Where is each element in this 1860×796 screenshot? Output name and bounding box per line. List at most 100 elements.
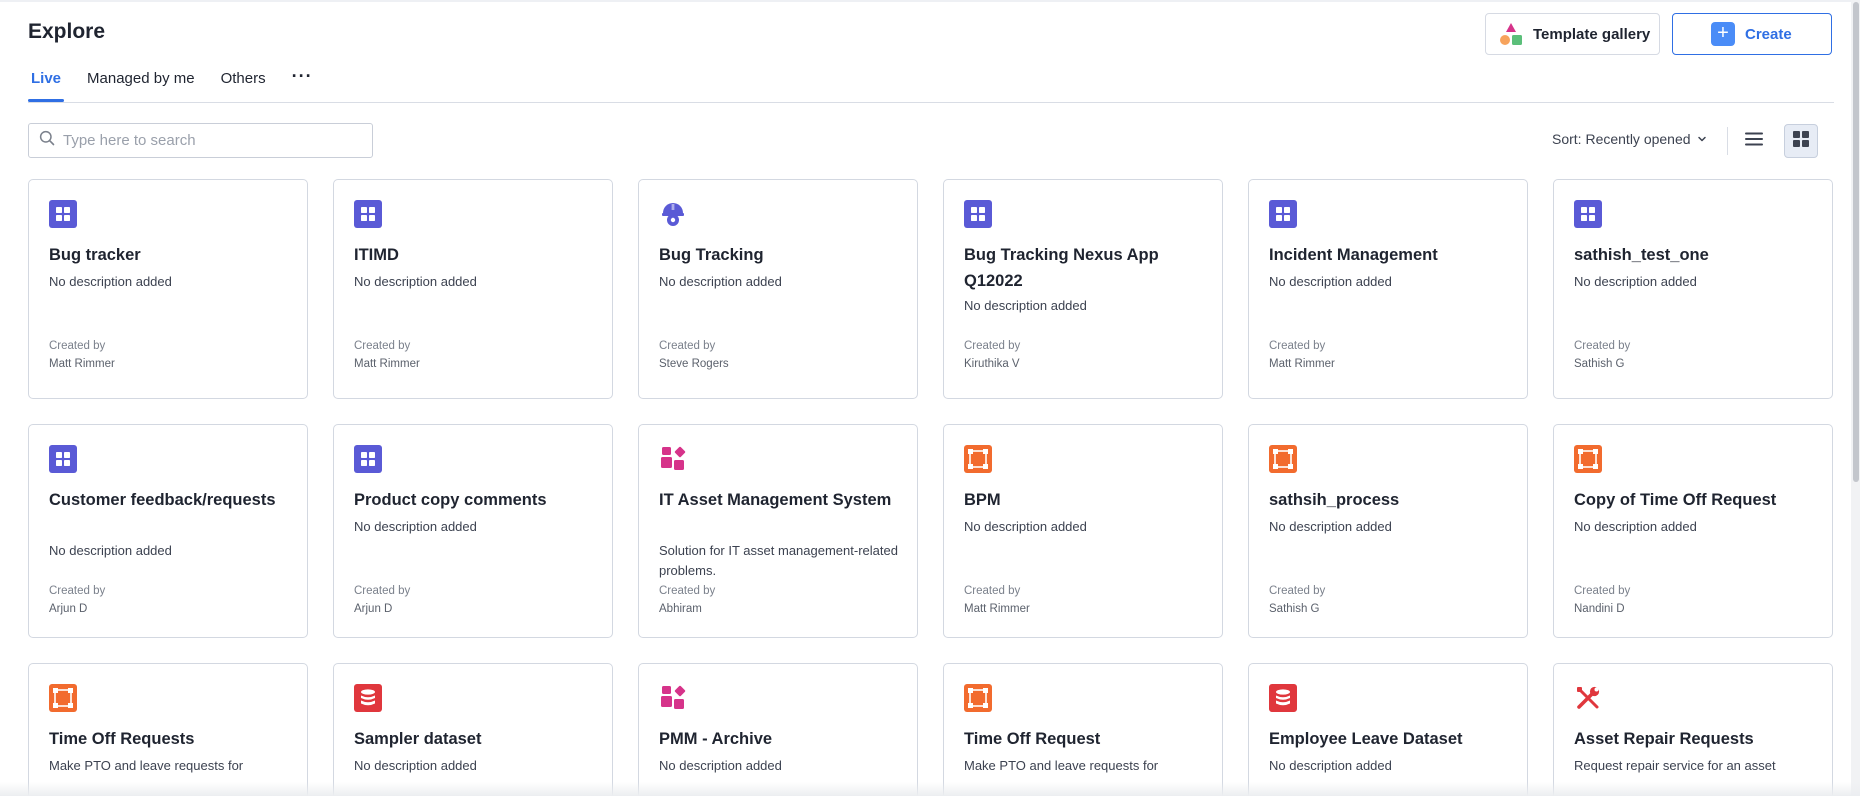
solution-shapes-icon bbox=[659, 445, 687, 473]
grid-view-icon bbox=[1793, 130, 1809, 152]
created-by-name: Matt Rimmer bbox=[1269, 358, 1335, 370]
wrench-screwdriver-icon bbox=[1574, 684, 1602, 712]
view-toggle-divider bbox=[1727, 127, 1728, 155]
card-title: Employee Leave Dataset bbox=[1269, 730, 1463, 748]
card-description: No description added bbox=[354, 758, 477, 773]
tab-managed-by-me[interactable]: Managed by me bbox=[84, 62, 198, 102]
app-card[interactable]: ITIMD No description added Created by Matt … bbox=[333, 179, 613, 399]
bottom-edge bbox=[0, 782, 1860, 796]
app-grid-icon bbox=[1574, 200, 1602, 228]
template-gallery-label: Template gallery bbox=[1533, 25, 1651, 43]
tab-others[interactable]: Others bbox=[218, 62, 269, 102]
bug-gear-icon bbox=[659, 200, 687, 228]
card-description: No description added bbox=[659, 758, 782, 773]
process-nodes-icon bbox=[1574, 445, 1602, 473]
sort-label: Sort: Recently opened bbox=[1552, 131, 1691, 147]
card-title: IT Asset Management System bbox=[659, 491, 892, 509]
app-card[interactable]: Bug Tracking No description added Created … bbox=[638, 179, 918, 399]
app-card[interactable]: Product copy comments No description adde… bbox=[333, 424, 613, 638]
app-card[interactable]: Employee Leave Dataset No description add… bbox=[1248, 663, 1528, 796]
card-title: Incident Management bbox=[1269, 246, 1438, 264]
created-by-name: Steve Rogers bbox=[659, 358, 729, 370]
page-title: Explore bbox=[28, 20, 106, 43]
app-card[interactable]: Sampler dataset No description added bbox=[333, 663, 613, 796]
created-by-name: Arjun D bbox=[49, 603, 88, 615]
search-box[interactable] bbox=[28, 123, 373, 158]
tab-live[interactable]: Live bbox=[28, 62, 65, 102]
list-view-button[interactable] bbox=[1737, 124, 1771, 158]
app-card[interactable]: sathish_test_one No description added Crea… bbox=[1553, 179, 1833, 399]
more-tabs-icon[interactable]: ··· bbox=[289, 62, 316, 102]
card-title: Sampler dataset bbox=[354, 730, 482, 748]
card-description: Make PTO and leave requests for bbox=[49, 758, 244, 773]
search-input[interactable] bbox=[63, 132, 363, 149]
created-by-name: Matt Rimmer bbox=[354, 358, 420, 370]
card-description: No description added bbox=[1574, 274, 1697, 289]
create-label: Create bbox=[1745, 25, 1792, 43]
created-by-label: Created by bbox=[964, 340, 1021, 352]
card-title: Bug tracker bbox=[49, 246, 141, 264]
grid-view-button[interactable] bbox=[1784, 124, 1818, 158]
app-grid-icon bbox=[354, 445, 382, 473]
app-grid-icon bbox=[49, 445, 77, 473]
search-icon bbox=[39, 130, 55, 151]
card-title: Customer feedback/requests bbox=[49, 491, 276, 509]
app-card[interactable]: Time Off Requests Make PTO and leave requ… bbox=[28, 663, 308, 796]
process-nodes-icon bbox=[964, 445, 992, 473]
created-by-label: Created by bbox=[964, 585, 1021, 597]
tabs-divider bbox=[28, 102, 1834, 103]
chevron-down-icon bbox=[1697, 131, 1707, 147]
created-by-label: Created by bbox=[1574, 340, 1631, 352]
card-description: No description added bbox=[49, 543, 172, 558]
card-description: No description added bbox=[964, 519, 1087, 534]
card-description: Request repair service for an asset bbox=[1574, 758, 1776, 773]
created-by-label: Created by bbox=[1269, 585, 1326, 597]
scrollbar-thumb[interactable] bbox=[1853, 2, 1859, 482]
sort-dropdown[interactable]: Sort: Recently opened bbox=[1552, 131, 1707, 147]
card-title: Bug Tracking bbox=[659, 246, 764, 264]
created-by-name: Sathish G bbox=[1269, 603, 1320, 615]
card-description: No description added bbox=[964, 298, 1087, 313]
card-title: Asset Repair Requests bbox=[1574, 730, 1754, 748]
template-gallery-button[interactable]: Template gallery bbox=[1485, 13, 1660, 55]
create-button[interactable]: + Create bbox=[1672, 13, 1832, 55]
app-card[interactable]: BPM No description added Created by Matt Ri… bbox=[943, 424, 1223, 638]
card-description: No description added bbox=[1269, 274, 1392, 289]
database-icon bbox=[354, 684, 382, 712]
app-card[interactable]: Time Off Request Make PTO and leave reque… bbox=[943, 663, 1223, 796]
solution-shapes-icon bbox=[659, 684, 687, 712]
list-view-icon bbox=[1745, 132, 1763, 151]
card-title: sathsih_process bbox=[1269, 491, 1400, 509]
app-card[interactable]: Bug Tracking Nexus App Q12022 No descript… bbox=[943, 179, 1223, 399]
created-by-label: Created by bbox=[49, 340, 106, 352]
created-by-label: Created by bbox=[1269, 340, 1326, 352]
top-border bbox=[0, 0, 1860, 2]
created-by-name: Arjun D bbox=[354, 603, 393, 615]
created-by-label: Created by bbox=[354, 340, 411, 352]
card-title: Time Off Request bbox=[964, 730, 1101, 748]
process-nodes-icon bbox=[1269, 445, 1297, 473]
created-by-label: Created by bbox=[49, 585, 106, 597]
created-by-name: Matt Rimmer bbox=[49, 358, 115, 370]
app-grid-icon bbox=[49, 200, 77, 228]
app-grid-icon bbox=[354, 200, 382, 228]
app-card[interactable]: sathsih_process No description added Creat… bbox=[1248, 424, 1528, 638]
app-card[interactable]: PMM - Archive No description added bbox=[638, 663, 918, 796]
card-title: sathish_test_one bbox=[1574, 246, 1709, 264]
app-card[interactable]: Bug tracker No description added Created b… bbox=[28, 179, 308, 399]
app-card[interactable]: Asset Repair Requests Request repair serv… bbox=[1553, 663, 1833, 796]
card-title: Copy of Time Off Request bbox=[1574, 491, 1777, 509]
card-title: Bug Tracking Nexus App Q12022 bbox=[964, 246, 1159, 290]
created-by-name: Nandini D bbox=[1574, 603, 1625, 615]
created-by-name: Matt Rimmer bbox=[964, 603, 1030, 615]
app-card[interactable]: Incident Management No description added C… bbox=[1248, 179, 1528, 399]
app-card[interactable]: Copy of Time Off Request No description a… bbox=[1553, 424, 1833, 638]
created-by-label: Created by bbox=[354, 585, 411, 597]
shapes-icon bbox=[1498, 21, 1524, 47]
card-description: Solution for IT asset management-related… bbox=[659, 543, 898, 578]
card-description: No description added bbox=[354, 274, 477, 289]
database-icon bbox=[1269, 684, 1297, 712]
card-title: Time Off Requests bbox=[49, 730, 195, 748]
app-card[interactable]: Customer feedback/requests No description… bbox=[28, 424, 308, 638]
app-card[interactable]: IT Asset Management System Solution for I… bbox=[638, 424, 918, 638]
